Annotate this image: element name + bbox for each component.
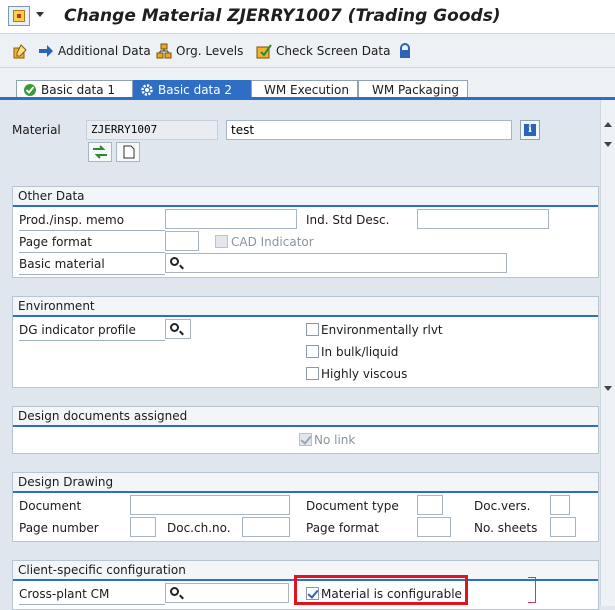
cad-indicator-checkbox xyxy=(215,235,228,248)
long-text-button[interactable] xyxy=(116,142,140,162)
additional-data-button[interactable]: Additional Data xyxy=(38,42,151,60)
arrow-right-icon xyxy=(38,43,54,59)
dg-indicator-profile-label: DG indicator profile xyxy=(19,323,136,337)
material-description-input[interactable]: test xyxy=(226,120,512,140)
label-underline xyxy=(19,604,165,605)
material-label: Material xyxy=(12,123,61,137)
scroll-down-arrow-icon[interactable] xyxy=(604,142,612,147)
environmentally-relevant-label: Environmentally rlvt xyxy=(321,323,443,337)
label-underline xyxy=(19,252,165,253)
group-title: Design Drawing xyxy=(13,473,598,493)
in-bulk-liquid-label: In bulk/liquid xyxy=(321,345,399,359)
tab-strip: Basic data 1 Basic data 2 WM Execution W… xyxy=(0,68,615,98)
check-screen-data-label: Check Screen Data xyxy=(276,44,391,58)
info-icon: i xyxy=(524,124,536,136)
org-levels-label: Org. Levels xyxy=(176,44,244,58)
document-input[interactable] xyxy=(130,495,290,515)
page-number-input[interactable] xyxy=(130,517,156,537)
doc-vers-label: Doc.vers. xyxy=(474,499,531,513)
group-environment: Environment DG indicator profile Environ… xyxy=(12,296,599,388)
label-underline xyxy=(19,274,165,275)
info-button[interactable]: i xyxy=(520,120,540,140)
tab-wm-packaging[interactable]: WM Packaging xyxy=(358,80,468,98)
scroll-up-arrow-icon[interactable] xyxy=(604,122,612,127)
doc-ch-no-input[interactable] xyxy=(242,517,290,537)
tab-basic-data-2-label: Basic data 2 xyxy=(158,82,233,97)
doc-ch-no-label: Doc.ch.no. xyxy=(167,521,231,535)
vertical-scrollbar[interactable] xyxy=(600,100,615,606)
cross-plant-cm-input[interactable] xyxy=(165,583,289,603)
page-format-input[interactable] xyxy=(417,517,451,537)
edit-pencil-icon xyxy=(12,43,28,59)
tab-basic-data-1[interactable]: Basic data 1 xyxy=(16,80,133,98)
group-title: Environment xyxy=(13,297,598,317)
tab-basic-data-2[interactable]: Basic data 2 xyxy=(133,80,251,98)
tab-wm-packaging-label: WM Packaging xyxy=(372,82,459,97)
tab-basic-data-1-label: Basic data 1 xyxy=(41,82,116,97)
label-underline xyxy=(19,340,165,341)
doc-vers-input[interactable] xyxy=(550,495,570,515)
org-levels-button[interactable]: Org. Levels xyxy=(156,42,243,60)
lock-button[interactable] xyxy=(397,42,417,60)
basic-material-input[interactable] xyxy=(165,253,507,273)
page-number-label: Page number xyxy=(19,521,99,535)
search-icon xyxy=(170,257,179,266)
highly-viscous-checkbox[interactable] xyxy=(306,367,319,380)
gear-icon xyxy=(140,83,154,97)
highly-viscous-label: Highly viscous xyxy=(321,367,408,381)
no-sheets-label: No. sheets xyxy=(474,521,538,535)
dropdown-arrow-icon[interactable] xyxy=(36,12,44,17)
lock-icon xyxy=(397,43,413,59)
check-screen-data-button[interactable]: Check Screen Data xyxy=(256,42,390,60)
org-hierarchy-icon xyxy=(156,43,172,59)
arrows-exchange-icon xyxy=(93,145,107,159)
material-number-field: ZJERRY1007 xyxy=(86,120,218,140)
no-link-label: No link xyxy=(314,433,356,447)
tab-wm-execution[interactable]: WM Execution xyxy=(251,80,358,98)
no-sheets-input[interactable] xyxy=(550,517,576,537)
page-format-input[interactable] xyxy=(165,231,199,251)
basic-material-label: Basic material xyxy=(19,257,105,271)
prod-insp-memo-label: Prod./insp. memo xyxy=(19,213,125,227)
document-label: Document xyxy=(19,499,82,513)
document-type-input[interactable] xyxy=(417,495,443,515)
ind-std-desc-input[interactable] xyxy=(417,209,549,229)
application-toolbar: Additional Data Org. Levels Check Screen… xyxy=(0,34,615,68)
search-icon xyxy=(170,323,179,332)
search-icon xyxy=(170,587,179,596)
group-design-drawing: Design Drawing Document Document type Do… xyxy=(12,472,599,542)
check-data-icon xyxy=(256,43,272,59)
toggle-edit-button[interactable] xyxy=(12,42,32,60)
tab-wm-execution-label: WM Execution xyxy=(264,82,349,97)
focus-bracket xyxy=(528,577,536,603)
group-title: Other Data xyxy=(13,187,598,207)
environmentally-relevant-checkbox[interactable] xyxy=(306,323,319,336)
dg-indicator-profile-input[interactable] xyxy=(165,319,191,339)
group-other-data: Other Data Prod./insp. memo Ind. Std Des… xyxy=(12,186,599,278)
content-area: Material ZJERRY1007 test i Other Data Pr… xyxy=(0,100,600,610)
page-title: Change Material ZJERRY1007 (Trading Good… xyxy=(64,6,501,26)
in-bulk-liquid-checkbox[interactable] xyxy=(306,345,319,358)
group-title: Design documents assigned xyxy=(13,407,598,427)
page-format-label: Page format xyxy=(306,521,379,535)
prod-insp-memo-input[interactable] xyxy=(165,209,297,229)
document-icon xyxy=(123,145,135,159)
group-client-config: Client-specific configuration Cross-plan… xyxy=(12,560,599,610)
page-format-label: Page format xyxy=(19,235,92,249)
ind-std-desc-label: Ind. Std Desc. xyxy=(306,213,390,227)
system-menu-icon[interactable] xyxy=(8,6,30,26)
cross-plant-cm-label: Cross-plant CM xyxy=(19,587,110,601)
cad-indicator-label: CAD Indicator xyxy=(231,235,314,249)
check-icon xyxy=(23,83,37,97)
scroll-thumb-indicator[interactable] xyxy=(604,386,612,391)
title-bar: Change Material ZJERRY1007 (Trading Good… xyxy=(0,0,615,34)
no-link-checkbox xyxy=(299,433,312,446)
label-underline xyxy=(19,230,165,231)
document-type-label: Document type xyxy=(306,499,399,513)
translate-button[interactable] xyxy=(88,142,112,162)
group-design-documents: Design documents assigned No link xyxy=(12,406,599,454)
highlight-box xyxy=(294,575,468,605)
additional-data-label: Additional Data xyxy=(58,44,151,58)
